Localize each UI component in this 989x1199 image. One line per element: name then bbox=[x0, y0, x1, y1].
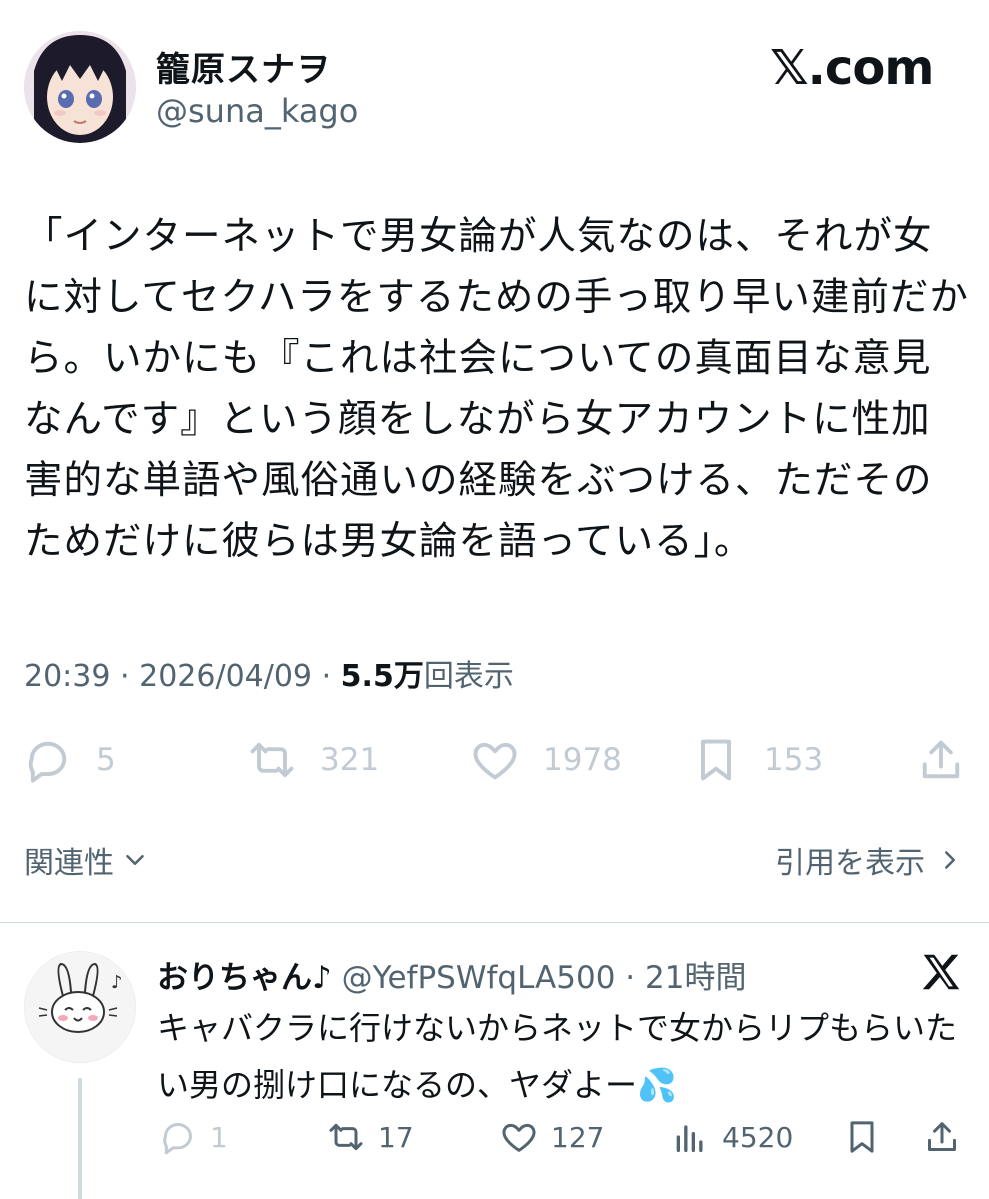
relevance-label: 関連性 bbox=[24, 846, 114, 881]
repost-icon bbox=[329, 1123, 363, 1151]
tweet-text: 「インターネットで男女論が人気なのは、それが女に対してセクハラをするための手っ取… bbox=[24, 214, 969, 564]
bookmark-icon bbox=[701, 739, 731, 781]
reply-reply-button[interactable]: 1 bbox=[158, 1112, 228, 1162]
tweet-actions-bar: 5 321 1978 153 bbox=[0, 728, 989, 792]
reply-repost-count: 17 bbox=[378, 1120, 414, 1154]
x-logo-icon bbox=[918, 949, 964, 995]
heart-icon bbox=[502, 1123, 536, 1152]
reply-views-count: 4520 bbox=[722, 1120, 794, 1154]
meta-separator: · bbox=[120, 659, 130, 694]
share-button[interactable] bbox=[915, 728, 967, 792]
views-label: 回表示 bbox=[423, 659, 514, 694]
author-handle[interactable]: @suna_kago bbox=[156, 92, 358, 130]
reply-views-button[interactable]: 4520 bbox=[670, 1112, 793, 1162]
author-display-name[interactable]: 籠原スナヲ bbox=[156, 42, 331, 91]
share-icon bbox=[922, 740, 960, 779]
reply-reply-count: 1 bbox=[210, 1120, 228, 1154]
author-avatar[interactable] bbox=[24, 31, 136, 143]
chevron-right-icon bbox=[945, 851, 955, 869]
reply-repost-button[interactable]: 17 bbox=[326, 1112, 414, 1162]
reply-like-count: 127 bbox=[551, 1120, 605, 1154]
reply-author-avatar[interactable]: ♪ bbox=[24, 951, 136, 1063]
repost-count: 321 bbox=[320, 742, 380, 778]
comment-icon bbox=[28, 741, 67, 783]
reply-like-button[interactable]: 127 bbox=[499, 1112, 604, 1162]
anime-girl-avatar-image bbox=[24, 31, 136, 143]
bookmark-icon bbox=[850, 1121, 874, 1153]
reply-actions-bar: 1 17 127 4520 bbox=[0, 1112, 989, 1162]
comment-icon bbox=[163, 1123, 192, 1155]
view-quotes-label: 引用を表示 bbox=[775, 846, 925, 881]
reply-header: おりちゃん♪ @YefPSWfqLA500 · 21時間 bbox=[157, 952, 746, 997]
site-label: 𝕏.com bbox=[770, 40, 934, 96]
section-divider bbox=[0, 922, 989, 923]
views-count: 5.5万 bbox=[340, 659, 424, 694]
relevance-sort-button[interactable]: 関連性 bbox=[24, 838, 150, 882]
view-quotes-link[interactable]: 引用を表示 bbox=[775, 838, 965, 882]
share-icon bbox=[928, 1122, 956, 1151]
reply-author-name[interactable]: おりちゃん♪ bbox=[157, 960, 332, 996]
reply-share-button[interactable] bbox=[922, 1112, 962, 1162]
chevron-down-icon bbox=[126, 855, 144, 865]
reply-button[interactable]: 5 bbox=[22, 728, 116, 792]
repost-icon bbox=[250, 742, 294, 778]
meta-separator: · bbox=[321, 659, 332, 694]
reply-author-handle[interactable]: @YefPSWfqLA500 bbox=[342, 960, 616, 996]
bookmark-count: 153 bbox=[764, 742, 824, 778]
svg-text:♪: ♪ bbox=[111, 972, 123, 993]
repost-button[interactable]: 321 bbox=[246, 728, 379, 792]
views-icon bbox=[676, 1125, 703, 1152]
bookmark-button[interactable]: 153 bbox=[690, 728, 823, 792]
reply-text: キャバクラに行けないからネットで女からリプもらいたい男の捌け口になるの、ヤダよー… bbox=[157, 1009, 958, 1104]
tweet-meta: 20:39 · 2026/04/09 · 5.5万回表示 bbox=[24, 651, 514, 695]
bunny-avatar-image: ♪ bbox=[38, 962, 123, 1033]
reply-bookmark-button[interactable] bbox=[842, 1112, 882, 1162]
like-button[interactable]: 1978 bbox=[469, 728, 622, 792]
tweet-time[interactable]: 20:39 bbox=[24, 659, 110, 694]
reply-separator: · bbox=[625, 960, 636, 996]
sort-and-quotes-row: 関連性 引用を表示 bbox=[24, 838, 965, 888]
tweet-date[interactable]: 2026/04/09 bbox=[139, 659, 312, 694]
reply-count: 5 bbox=[96, 742, 116, 778]
like-count: 1978 bbox=[543, 742, 622, 778]
reply-time[interactable]: 21時間 bbox=[645, 960, 746, 996]
heart-icon bbox=[473, 742, 517, 780]
